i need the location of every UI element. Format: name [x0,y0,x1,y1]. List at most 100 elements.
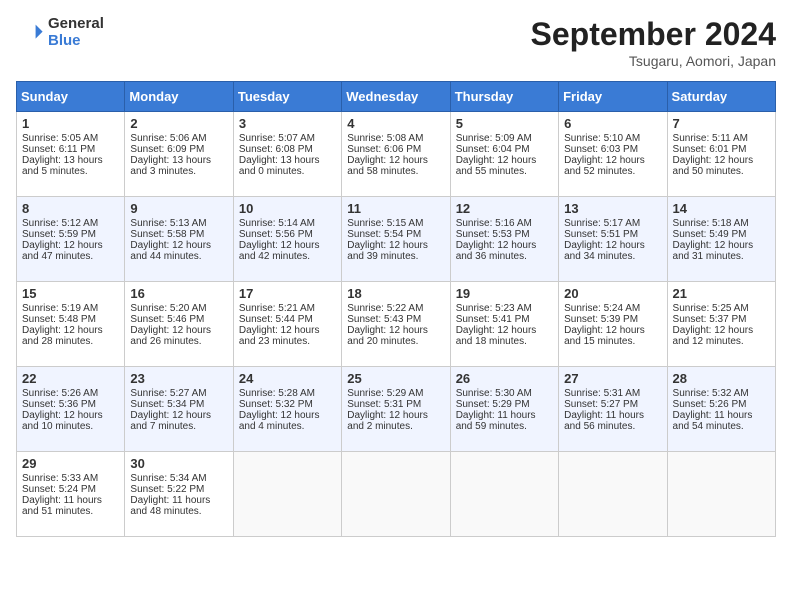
calendar-week-row: 15Sunrise: 5:19 AMSunset: 5:48 PMDayligh… [17,282,776,367]
logo-line1: General [48,16,104,33]
day-info-line: Sunrise: 5:11 AM [673,133,770,144]
day-info-line: and 7 minutes. [130,421,227,432]
day-info-line: and 20 minutes. [347,336,444,347]
day-info-line: Sunrise: 5:28 AM [239,388,336,399]
day-info-line: Daylight: 12 hours [239,325,336,336]
day-number: 14 [673,201,770,216]
calendar-cell: 29Sunrise: 5:33 AMSunset: 5:24 PMDayligh… [17,452,125,537]
day-info-line: Sunset: 5:41 PM [456,314,553,325]
day-number: 10 [239,201,336,216]
calendar-cell: 22Sunrise: 5:26 AMSunset: 5:36 PMDayligh… [17,367,125,452]
day-number: 30 [130,456,227,471]
day-info-line: and 44 minutes. [130,251,227,262]
day-info-line: and 26 minutes. [130,336,227,347]
day-info-line: Sunset: 5:22 PM [130,484,227,495]
calendar-cell [342,452,450,537]
calendar-table: SundayMondayTuesdayWednesdayThursdayFrid… [16,81,776,537]
day-info-line: Sunset: 6:11 PM [22,144,119,155]
day-info-line: Daylight: 13 hours [130,155,227,166]
day-info-line: Sunset: 6:06 PM [347,144,444,155]
day-info-line: Daylight: 12 hours [239,240,336,251]
header-cell: Saturday [667,82,775,112]
logo: General Blue [16,16,104,49]
day-info-line: Daylight: 12 hours [22,325,119,336]
header-cell: Sunday [17,82,125,112]
day-info-line: Sunset: 5:43 PM [347,314,444,325]
calendar-header: SundayMondayTuesdayWednesdayThursdayFrid… [17,82,776,112]
day-info-line: and 48 minutes. [130,506,227,517]
header-row: SundayMondayTuesdayWednesdayThursdayFrid… [17,82,776,112]
day-info-line: Sunset: 5:39 PM [564,314,661,325]
day-number: 23 [130,371,227,386]
day-info-line: Daylight: 11 hours [673,410,770,421]
calendar-cell [233,452,341,537]
day-number: 11 [347,201,444,216]
day-info-line: and 55 minutes. [456,166,553,177]
calendar-subtitle: Tsugaru, Aomori, Japan [531,53,776,69]
day-info-line: and 39 minutes. [347,251,444,262]
logo-icon [16,19,44,47]
calendar-cell: 19Sunrise: 5:23 AMSunset: 5:41 PMDayligh… [450,282,558,367]
day-number: 2 [130,116,227,131]
day-info-line: Sunrise: 5:23 AM [456,303,553,314]
day-number: 3 [239,116,336,131]
day-info-line: and 15 minutes. [564,336,661,347]
day-info-line: Daylight: 12 hours [130,325,227,336]
day-number: 13 [564,201,661,216]
calendar-body: 1Sunrise: 5:05 AMSunset: 6:11 PMDaylight… [17,112,776,537]
day-info-line: Daylight: 11 hours [130,495,227,506]
day-info-line: Daylight: 11 hours [22,495,119,506]
day-info-line: Sunset: 5:58 PM [130,229,227,240]
day-info-line: Sunset: 5:36 PM [22,399,119,410]
calendar-cell: 9Sunrise: 5:13 AMSunset: 5:58 PMDaylight… [125,197,233,282]
day-info-line: Daylight: 13 hours [239,155,336,166]
day-info-line: and 3 minutes. [130,166,227,177]
header-cell: Monday [125,82,233,112]
day-info-line: and 4 minutes. [239,421,336,432]
calendar-week-row: 22Sunrise: 5:26 AMSunset: 5:36 PMDayligh… [17,367,776,452]
day-info-line: and 54 minutes. [673,421,770,432]
day-info-line: Sunset: 6:03 PM [564,144,661,155]
logo-line2: Blue [48,33,104,50]
day-number: 25 [347,371,444,386]
calendar-cell: 21Sunrise: 5:25 AMSunset: 5:37 PMDayligh… [667,282,775,367]
day-info-line: Daylight: 12 hours [673,155,770,166]
day-info-line: and 23 minutes. [239,336,336,347]
calendar-cell: 28Sunrise: 5:32 AMSunset: 5:26 PMDayligh… [667,367,775,452]
day-info-line: Sunset: 5:26 PM [673,399,770,410]
day-info-line: Sunset: 5:34 PM [130,399,227,410]
day-info-line: Daylight: 12 hours [130,410,227,421]
day-number: 1 [22,116,119,131]
day-info-line: and 52 minutes. [564,166,661,177]
calendar-cell: 3Sunrise: 5:07 AMSunset: 6:08 PMDaylight… [233,112,341,197]
day-info-line: Daylight: 12 hours [564,240,661,251]
calendar-cell [667,452,775,537]
day-number: 16 [130,286,227,301]
day-info-line: Sunrise: 5:14 AM [239,218,336,229]
calendar-cell: 8Sunrise: 5:12 AMSunset: 5:59 PMDaylight… [17,197,125,282]
day-info-line: Sunrise: 5:29 AM [347,388,444,399]
day-info-line: Sunset: 6:04 PM [456,144,553,155]
day-info-line: Sunset: 5:56 PM [239,229,336,240]
day-info-line: and 28 minutes. [22,336,119,347]
day-number: 29 [22,456,119,471]
day-info-line: and 56 minutes. [564,421,661,432]
header-cell: Friday [559,82,667,112]
day-number: 6 [564,116,661,131]
day-info-line: Daylight: 11 hours [564,410,661,421]
page-header: General Blue September 2024 Tsugaru, Aom… [16,16,776,69]
header-cell: Thursday [450,82,558,112]
calendar-cell: 30Sunrise: 5:34 AMSunset: 5:22 PMDayligh… [125,452,233,537]
day-info-line: Daylight: 12 hours [130,240,227,251]
day-number: 20 [564,286,661,301]
day-info-line: Sunset: 5:46 PM [130,314,227,325]
day-info-line: Sunset: 5:59 PM [22,229,119,240]
calendar-title: September 2024 [531,16,776,53]
day-info-line: Sunset: 5:37 PM [673,314,770,325]
day-info-line: and 51 minutes. [22,506,119,517]
day-info-line: Sunrise: 5:33 AM [22,473,119,484]
day-info-line: Daylight: 12 hours [22,410,119,421]
calendar-cell: 1Sunrise: 5:05 AMSunset: 6:11 PMDaylight… [17,112,125,197]
day-info-line: and 10 minutes. [22,421,119,432]
calendar-cell: 27Sunrise: 5:31 AMSunset: 5:27 PMDayligh… [559,367,667,452]
